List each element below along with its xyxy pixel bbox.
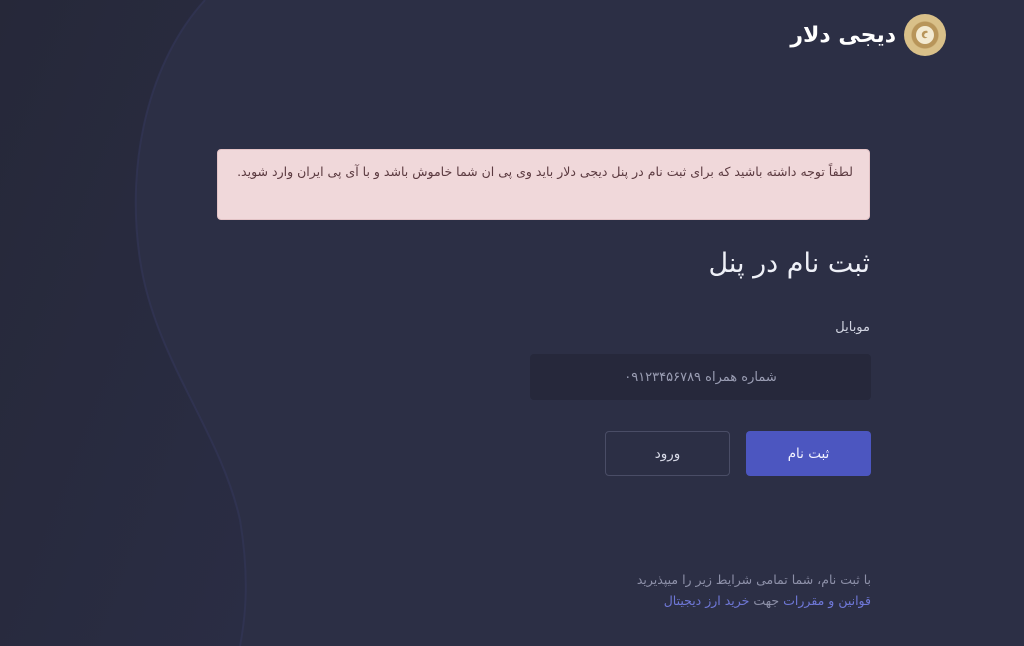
login-button[interactable]: ورود: [605, 431, 730, 476]
background-wave: [0, 0, 247, 646]
brand-name: دیجی دلار: [790, 22, 896, 48]
terms-middle-text: جهت: [753, 593, 780, 608]
page-title: ثبت نام در پنل: [708, 248, 870, 279]
mobile-label: موبایل: [835, 320, 870, 335]
terms-link[interactable]: قوانین و مقررات: [783, 593, 871, 608]
coin-logo-icon: [904, 14, 946, 56]
alert-text: لطفاً توجه داشته باشید که برای ثبت نام د…: [237, 164, 853, 179]
buy-crypto-link[interactable]: خرید ارز دیجیتال: [664, 593, 750, 608]
terms-links-line: قوانین و مقررات جهت خرید ارز دیجیتال: [471, 590, 871, 611]
brand-logo[interactable]: دیجی دلار: [790, 14, 946, 56]
register-button[interactable]: ثبت نام: [746, 431, 871, 476]
mobile-input[interactable]: [530, 354, 871, 400]
terms-notice: با ثبت نام، شما تمامی شرایط زیر را میپذی…: [636, 572, 871, 587]
vpn-warning-alert: لطفاً توجه داشته باشید که برای ثبت نام د…: [217, 149, 870, 220]
terms-footer: با ثبت نام، شما تمامی شرایط زیر را میپذی…: [471, 569, 871, 611]
